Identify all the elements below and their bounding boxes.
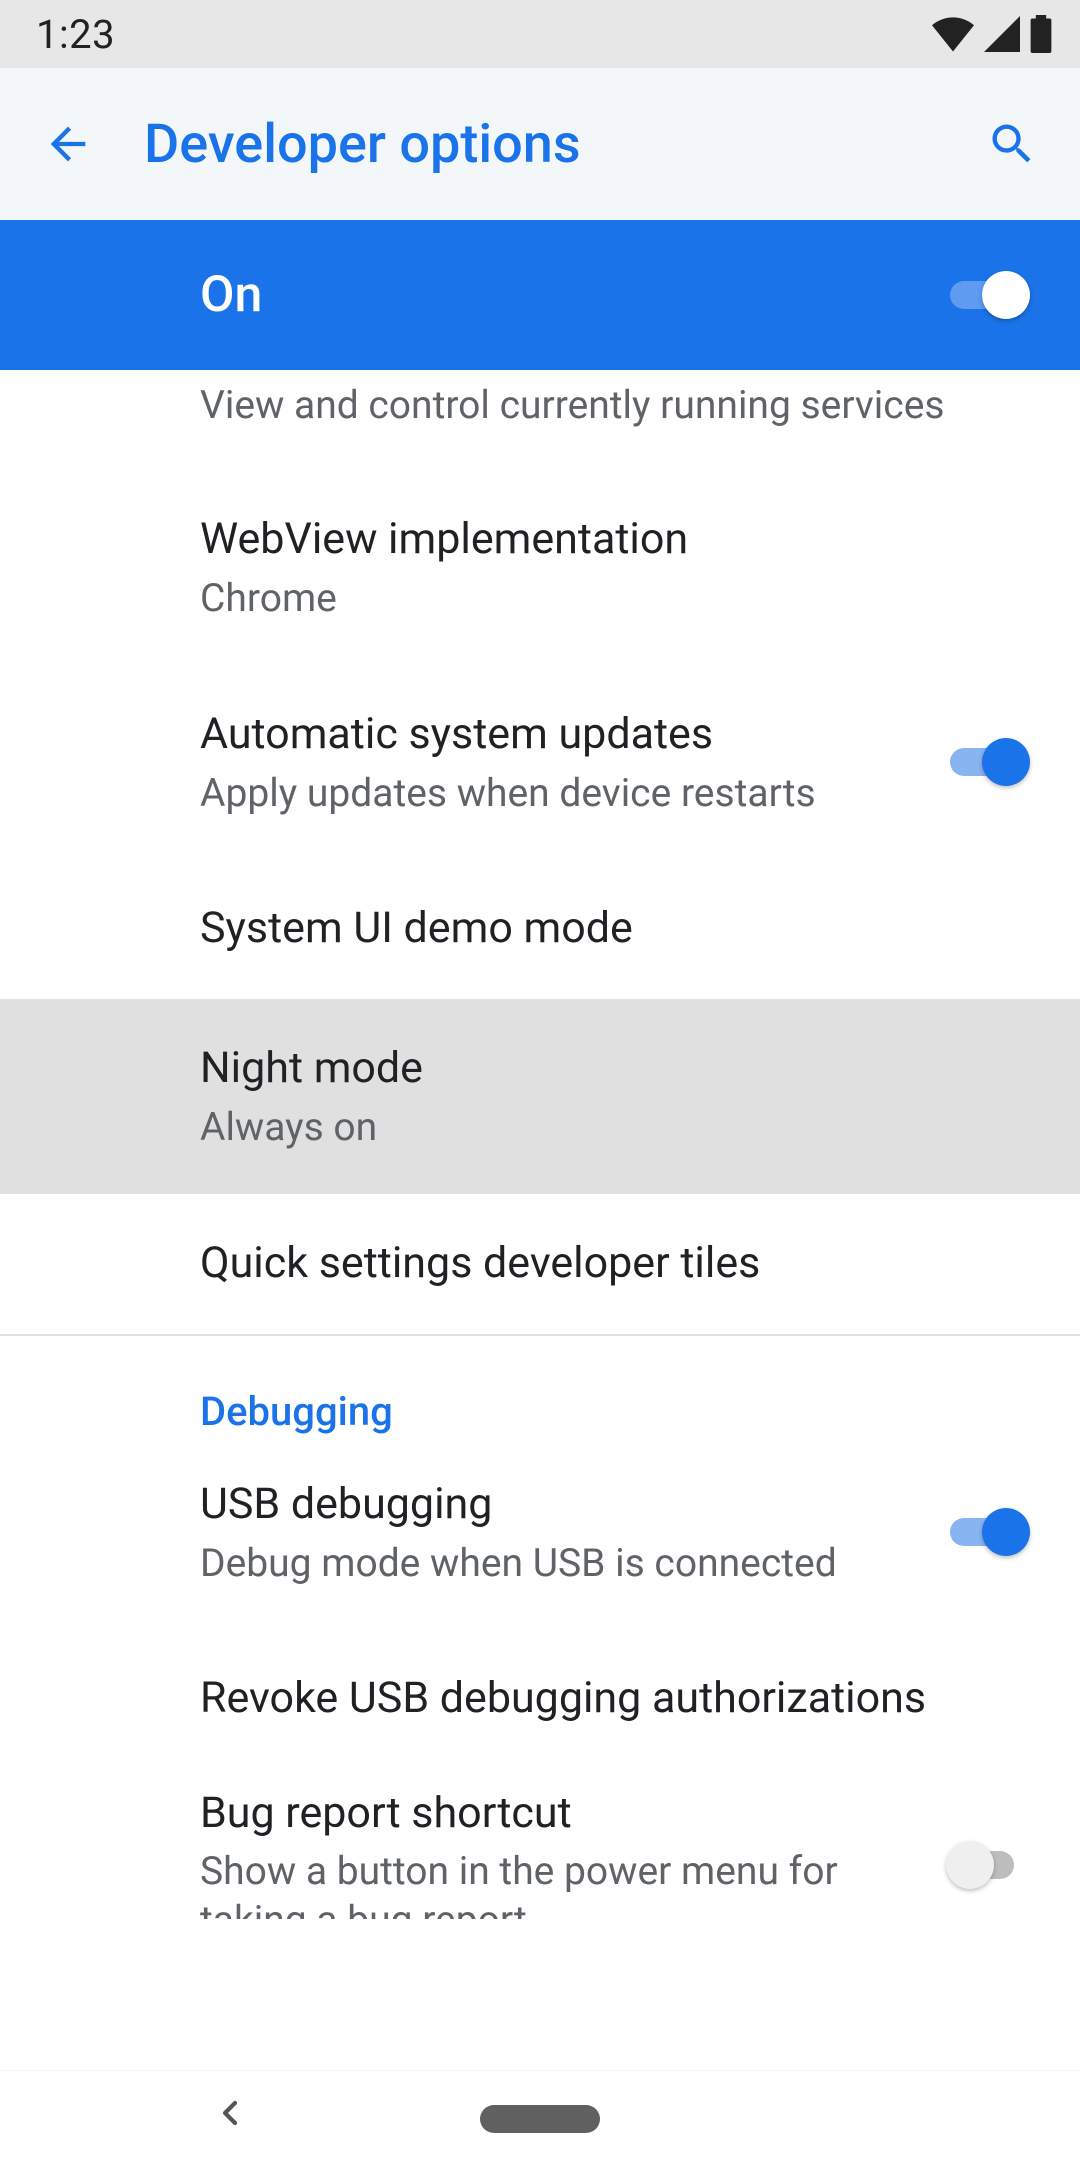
nav-home-pill[interactable]: [480, 2105, 600, 2133]
usb-debugging-switch[interactable]: [946, 1506, 1030, 1558]
setting-title: Night mode: [200, 1041, 1030, 1097]
setting-title: Bug report shortcut: [200, 1786, 946, 1842]
setting-automatic-system-updates[interactable]: Automatic system updates Apply updates w…: [0, 665, 1080, 860]
section-header-debugging: Debugging: [0, 1336, 1080, 1435]
settings-list: View and control currently running servi…: [0, 370, 1080, 1919]
status-icons: [932, 15, 1052, 53]
nav-back-button[interactable]: [210, 2093, 250, 2137]
setting-title: Revoke USB debugging authorizations: [200, 1671, 1030, 1727]
page-title: Developer options: [144, 113, 980, 176]
setting-usb-debugging[interactable]: USB debugging Debug mode when USB is con…: [0, 1435, 1080, 1630]
master-toggle-row[interactable]: On: [0, 220, 1080, 370]
setting-night-mode[interactable]: Night mode Always on: [0, 999, 1080, 1194]
setting-running-services[interactable]: View and control currently running servi…: [0, 370, 1080, 470]
chevron-left-icon: [210, 2093, 250, 2133]
wifi-icon: [932, 16, 974, 52]
setting-subtitle: Always on: [200, 1103, 1030, 1152]
setting-subtitle: View and control currently running servi…: [200, 381, 1030, 430]
master-toggle-label: On: [200, 266, 946, 324]
navigation-bar: [0, 2070, 1080, 2160]
setting-subtitle: Show a button in the power menu for taki…: [200, 1847, 946, 1919]
app-bar: Developer options: [0, 68, 1080, 220]
setting-title: Quick settings developer tiles: [200, 1236, 1030, 1292]
back-button[interactable]: [36, 112, 100, 176]
setting-bug-report-shortcut[interactable]: Bug report shortcut Show a button in the…: [0, 1769, 1080, 1919]
setting-title: USB debugging: [200, 1477, 946, 1533]
setting-webview-implementation[interactable]: WebView implementation Chrome: [0, 470, 1080, 665]
setting-revoke-usb-debugging[interactable]: Revoke USB debugging authorizations: [0, 1629, 1080, 1769]
search-button[interactable]: [980, 112, 1044, 176]
cell-signal-icon: [984, 16, 1020, 52]
status-bar: 1:23: [0, 0, 1080, 68]
setting-quick-settings-developer-tiles[interactable]: Quick settings developer tiles: [0, 1194, 1080, 1334]
setting-subtitle: Chrome: [200, 574, 1030, 623]
status-time: 1:23: [36, 11, 115, 58]
automatic-updates-switch[interactable]: [946, 736, 1030, 788]
setting-title: System UI demo mode: [200, 901, 1030, 957]
setting-system-ui-demo-mode[interactable]: System UI demo mode: [0, 859, 1080, 999]
setting-subtitle: Apply updates when device restarts: [200, 769, 946, 818]
bug-report-shortcut-switch[interactable]: [946, 1839, 1030, 1891]
master-toggle-switch[interactable]: [946, 269, 1030, 321]
setting-title: WebView implementation: [200, 512, 1030, 568]
setting-title: Automatic system updates: [200, 707, 946, 763]
setting-subtitle: Debug mode when USB is connected: [200, 1539, 946, 1588]
arrow-back-icon: [42, 118, 94, 170]
search-icon: [986, 118, 1038, 170]
battery-icon: [1030, 15, 1052, 53]
